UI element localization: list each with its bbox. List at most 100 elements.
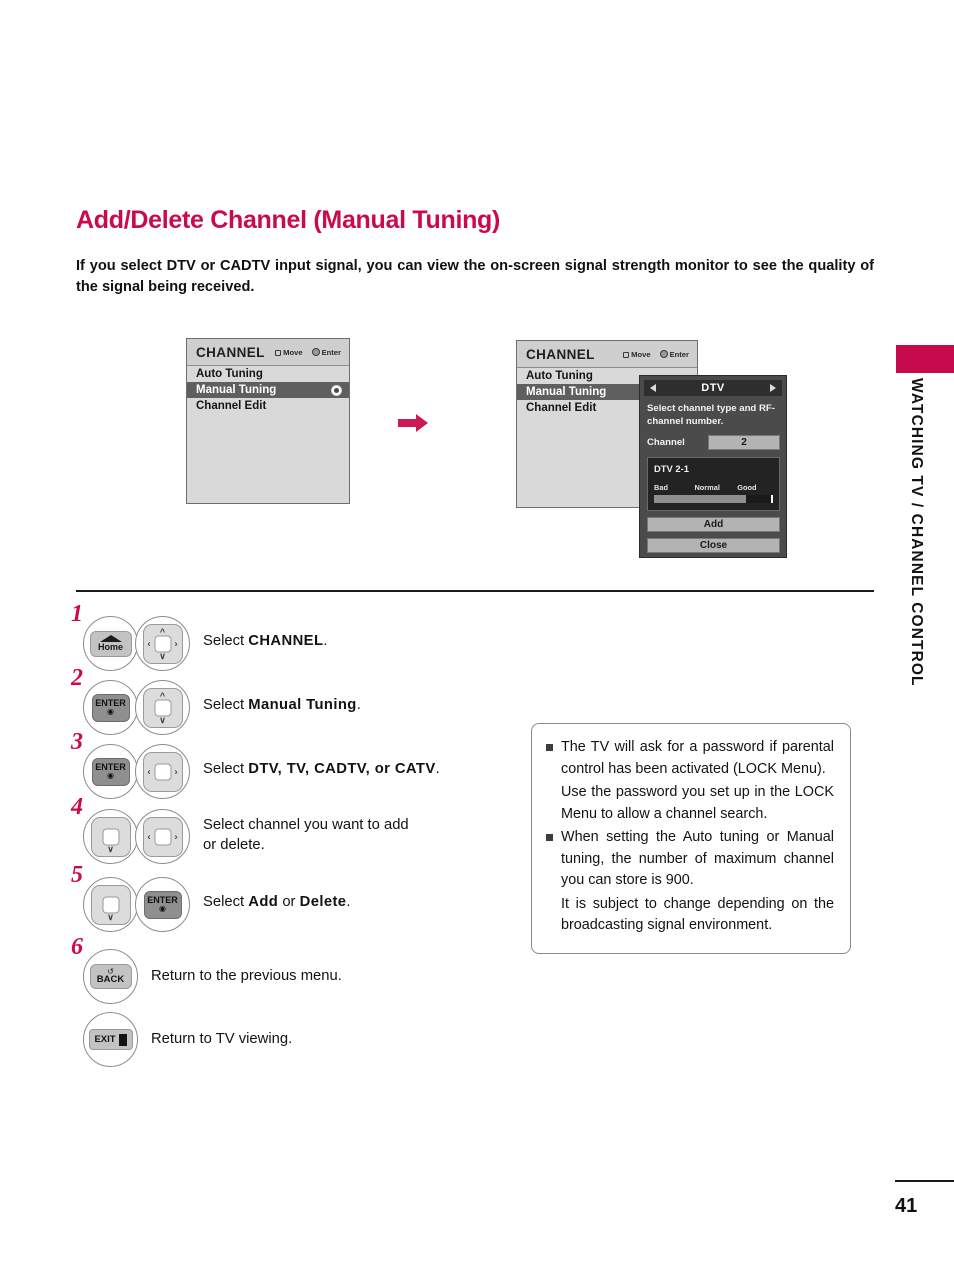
signal-scale-good: Good: [737, 483, 757, 492]
step-number: 1: [71, 601, 83, 627]
remote-key-enter[interactable]: ENTER ◉: [83, 680, 138, 735]
osd-item-label: Auto Tuning: [526, 370, 593, 382]
page-intro-text: If you select DTV or CADTV input signal,…: [76, 258, 874, 295]
step-number: 6: [71, 934, 83, 960]
remote-key-channel-down[interactable]: ∨: [83, 809, 138, 864]
step-1-text: Select CHANNEL.: [203, 633, 328, 649]
remote-key-enter[interactable]: ENTER ◉: [83, 744, 138, 799]
osd-hint-enter: Enter: [311, 347, 341, 357]
remote-key-home[interactable]: Home: [83, 616, 138, 671]
remote-key-exit[interactable]: EXIT: [83, 1012, 138, 1067]
step-number: 4: [71, 794, 83, 820]
note-text: The TV will ask for a password if parent…: [561, 739, 834, 777]
osd-menu-title: CHANNEL: [526, 346, 595, 362]
section-divider: [76, 590, 874, 592]
enter-dot-icon: ◉: [159, 904, 166, 914]
dpad-icon: ∨: [90, 884, 131, 925]
step-3: 3 ENTER ◉ ‹ › Select DTV, TV, CADTV, or …: [71, 730, 440, 799]
step-4-text: Select channel you want to add or delete…: [203, 817, 409, 853]
sidebar-section-label: WATCHING TV / CHANNEL CONTROL: [908, 378, 925, 687]
step-4: 4 ∨ ‹ › Select channel you want to add o…: [71, 795, 409, 864]
arrow-down-icon: ∨: [159, 650, 166, 661]
dtv-channel-value[interactable]: 2: [708, 435, 780, 450]
dtv-dialog-titlebar: DTV: [644, 380, 782, 396]
dtv-dialog-description: Select channel type and RF-channel numbe…: [647, 403, 775, 427]
sidebar-accent-tab: [896, 345, 954, 373]
dpad-center: [102, 828, 119, 845]
step-2-text: Select Manual Tuning.: [203, 697, 361, 713]
note-item: When setting the Auto tuning or Manual t…: [546, 827, 834, 892]
arrow-right-icon: ›: [174, 766, 178, 776]
osd-hint-group: Move Enter: [621, 350, 689, 359]
osd-channel-menu-before: CHANNEL Move Enter Auto Tuning Manual Tu…: [186, 338, 350, 504]
dtv-close-button[interactable]: Close: [647, 538, 780, 553]
arrow-down-icon: ∨: [159, 714, 166, 725]
remote-key-enter[interactable]: ENTER ◉: [135, 877, 190, 932]
dtv-add-button[interactable]: Add: [647, 517, 780, 532]
bullet-icon: [546, 744, 553, 751]
osd-hint-group: Move Enter: [273, 348, 341, 357]
dpad-center: [102, 896, 119, 913]
step-6: 6 ↺ BACK Return to the previous menu.: [71, 935, 342, 1004]
remote-key-back-label: BACK: [96, 974, 125, 986]
osd-item-label: Manual Tuning: [196, 384, 277, 396]
dpad-center: [154, 635, 171, 652]
step-3-text: Select DTV, TV, CADTV, or CATV.: [203, 761, 440, 777]
signal-scale-labels: Bad Normal Good: [654, 483, 773, 492]
osd-item-manual-tuning[interactable]: Manual Tuning: [187, 382, 349, 398]
step-5: 5 ∨ ENTER ◉ Select Add or Delete.: [71, 863, 351, 932]
dpad-icon: ‹ ›: [142, 816, 183, 857]
enter-dot-icon: [311, 348, 320, 356]
note-item: The TV will ask for a password if parent…: [546, 737, 834, 780]
remote-key-back[interactable]: ↺ BACK: [83, 949, 138, 1004]
remote-key-dpad-updown[interactable]: ^ ∨: [135, 680, 190, 735]
arrow-left-icon: ‹: [147, 831, 151, 841]
arrow-right-icon: ›: [174, 831, 178, 841]
osd-menu-title: CHANNEL: [196, 344, 265, 360]
arrow-left-icon: ‹: [147, 766, 151, 776]
step-6-text: Return to the previous menu.: [151, 968, 342, 984]
arrow-left-icon: ‹: [147, 638, 151, 648]
remote-key-dpad-leftright[interactable]: ‹ ›: [135, 744, 190, 799]
signal-strength-bar: [654, 495, 773, 503]
signal-strength-fill: [654, 495, 747, 503]
remote-key-dpad-all[interactable]: ^ ‹ › ∨: [135, 616, 190, 671]
dpad-icon: ∨: [90, 816, 131, 857]
dtv-manual-tuning-dialog: DTV Select channel type and RF-channel n…: [639, 375, 787, 558]
osd-menu-header: CHANNEL Move Enter: [517, 341, 697, 368]
osd-item-auto-tuning[interactable]: Auto Tuning: [187, 366, 349, 382]
remote-key-dpad-leftright[interactable]: ‹ ›: [135, 809, 190, 864]
osd-item-label: Channel Edit: [196, 400, 267, 412]
osd-item-label: Channel Edit: [526, 402, 597, 414]
osd-hint-move: Move: [273, 347, 303, 357]
dtv-channel-label: Channel: [647, 437, 685, 448]
bullet-icon: [546, 834, 553, 841]
note-box: The TV will ask for a password if parent…: [531, 723, 851, 954]
step-number: 3: [71, 729, 83, 755]
osd-hint-enter-label: Enter: [321, 347, 341, 357]
signal-scale-bad: Bad: [654, 483, 668, 492]
arrow-down-icon: ∨: [107, 911, 114, 922]
step-number: 2: [71, 665, 83, 691]
next-arrow-icon[interactable]: [770, 384, 776, 392]
exit-block-icon: [118, 1033, 127, 1046]
remote-key-exit-label: EXIT: [94, 1034, 116, 1045]
osd-hint-enter-label: Enter: [669, 349, 689, 359]
dpad-icon: [621, 350, 630, 358]
dpad-icon: ^ ∨: [142, 687, 183, 728]
dpad-icon: ‹ ›: [142, 751, 183, 792]
osd-hint-move-label: Move: [283, 347, 303, 357]
osd-hint-move: Move: [621, 350, 651, 359]
home-icon: [99, 635, 122, 642]
signal-channel-label: DTV 2-1: [654, 463, 689, 474]
remote-key-channel-down[interactable]: ∨: [83, 877, 138, 932]
step-5-text: Select Add or Delete.: [203, 894, 351, 910]
page-number-rule: [895, 1180, 954, 1182]
signal-strength-monitor: DTV 2-1 Bad Normal Good: [647, 457, 780, 511]
note-text: When setting the Auto tuning or Manual t…: [561, 829, 834, 888]
step-2: 2 ENTER ◉ ^ ∨ Select Manual Tuning.: [71, 666, 361, 735]
enter-dot-icon: ◉: [107, 707, 114, 717]
enter-dot-icon: [659, 350, 668, 358]
dpad-icon: [273, 348, 282, 356]
osd-item-channel-edit[interactable]: Channel Edit: [187, 398, 349, 414]
